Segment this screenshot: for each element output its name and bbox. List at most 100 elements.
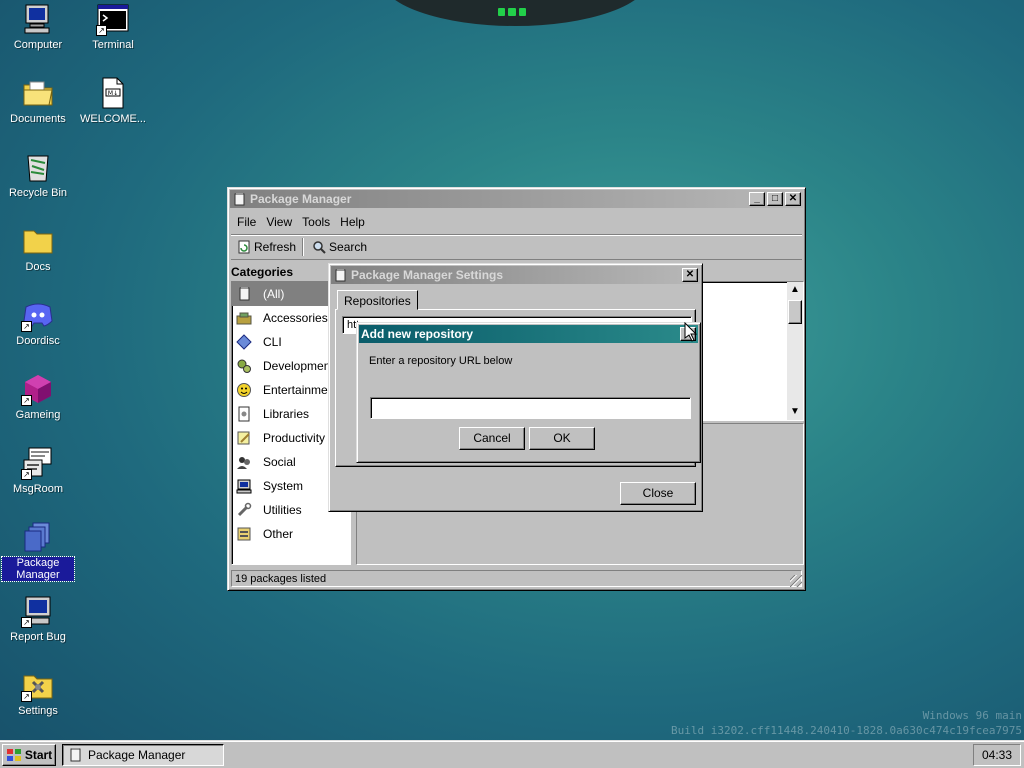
desktop-icon-label: Recycle Bin [8,187,68,199]
ok-button[interactable]: OK [529,427,595,450]
desktop-icon-label: WELCOME... [79,113,146,125]
refresh-label: Refresh [254,240,297,254]
taskbar-item-label: Package Manager [88,748,186,762]
desktop-icon-label: Gameing [15,409,61,421]
recycle-bin-icon [21,150,55,184]
desktop-icon-terminal[interactable]: ↗ Terminal [77,2,149,51]
close-button[interactable]: ✕ [785,192,801,206]
entertainment-icon [237,383,251,397]
category-label: Development [263,359,334,373]
msgroom-icon: ↗ [21,446,55,480]
settings-icon: ↗ [21,668,55,702]
category-label: (All) [263,287,285,301]
desktop-icon-recycle-bin[interactable]: Recycle Bin [2,150,74,199]
category-label: CLI [263,335,282,349]
search-icon [313,241,326,254]
desktop-icon-package-manager[interactable]: Package Manager [1,520,75,582]
refresh-button[interactable]: Refresh [233,237,300,257]
desktop-icon-settings[interactable]: ↗ Settings [2,668,74,717]
url-prompt: Enter a repository URL below [369,355,513,367]
desktop-icon-label: Settings [18,705,58,717]
desktop-icon-label: Report Bug [10,631,66,643]
scroll-down-arrow-icon[interactable]: ▼ [787,404,803,420]
desktop-icon-label: Terminal [92,39,134,51]
desktop-icon-doordisc[interactable]: ↗ Doordisc [2,298,74,347]
package-icon [70,748,81,762]
package-list-scrollbar[interactable]: ▲ ▼ [787,282,803,420]
watermark-line: Build i3202.cff11448.240410-1828.0a630c4… [671,724,1022,737]
category-label: Accessories [263,311,328,325]
build-watermark: Windows 96 main Build i3202.cff11448.240… [671,708,1022,738]
toolbar: Refresh Search [231,234,802,260]
close-button[interactable]: ✕ [682,268,698,282]
menu-file[interactable]: File [232,212,261,232]
toolbar-separator [302,238,305,256]
category-label: Libraries [263,407,310,421]
watermark-line: Windows 96 main [922,709,1022,722]
package-icon [335,269,346,282]
category-label: Entertainment [263,383,338,397]
search-button[interactable]: Search [308,237,371,257]
system-icon [236,479,252,494]
productivity-icon [237,431,250,445]
menu-help[interactable]: Help [335,212,370,232]
category-label: System [263,479,304,493]
desktop-icon-label: Doordisc [16,335,60,347]
category-label: Social [263,455,296,469]
all-packages-icon [239,287,250,301]
cancel-button[interactable]: Cancel [459,427,525,450]
search-label: Search [329,240,368,254]
start-button[interactable]: Start [2,744,56,766]
add-repo-title-bar[interactable]: Add new repository ✕ [359,325,698,343]
markdown-file-icon: M↓ [96,76,130,110]
other-icon [237,527,251,541]
clock[interactable]: 04:33 [973,744,1021,766]
desktop-icon-welcome[interactable]: M↓ WELCOME... [77,76,149,125]
desktop-icon-computer[interactable]: Computer [2,2,74,51]
desktop-icon-label: Package Manager [1,556,75,582]
desktop-icon-docs[interactable]: Docs [2,224,74,273]
desktop-icon-msgroom[interactable]: ↗ MsgRoom [2,446,74,495]
status-light [498,8,526,16]
documents-folder-icon [21,76,55,110]
scroll-up-arrow-icon[interactable]: ▲ [787,282,803,298]
menu-bar: File View Tools Help [232,212,370,232]
desktop-icon-gameing[interactable]: ↗ Gameing [2,372,74,421]
desktop-icon-label: Documents [10,113,66,125]
doordisc-icon: ↗ [21,298,55,332]
menu-tools[interactable]: Tools [297,212,335,232]
tab-repositories[interactable]: Repositories [337,290,418,310]
cube-icon: ↗ [21,372,55,406]
desktop-icon-label: MsgRoom [12,483,64,495]
add-repository-dialog: Add new repository ✕ Enter a repository … [356,322,701,463]
title-bar[interactable]: Package Manager _ □ ✕ [230,190,803,208]
repository-url-input[interactable] [370,397,691,419]
folder-icon [21,224,55,258]
taskbar-item-package-manager[interactable]: Package Manager [62,744,224,766]
resize-grip[interactable] [790,575,802,587]
maximize-button[interactable]: □ [767,192,783,206]
refresh-icon [238,240,250,254]
start-label: Start [24,748,53,762]
category-label: Utilities [263,503,302,517]
desktop-icon-report-bug[interactable]: ↗ Report Bug [2,594,74,643]
utilities-icon [237,502,252,517]
desktop-icon-label: Computer [13,39,63,51]
category-other[interactable]: Other [232,522,350,546]
status-text: 19 packages listed [235,572,327,585]
desktop-icon-label: Docs [25,261,51,273]
social-icon [237,457,250,469]
menu-view[interactable]: View [261,212,297,232]
computer-icon [21,2,55,36]
category-label: Other [263,527,294,541]
start-logo-icon [6,749,21,761]
settings-title-bar[interactable]: Package Manager Settings ✕ [331,266,700,284]
add-repo-title: Add new repository [361,327,474,341]
scroll-thumb[interactable] [788,300,802,324]
taskbar: Start Package Manager 04:33 [0,740,1024,768]
close-dialog-button[interactable]: Close [620,482,696,505]
desktop-icon-documents[interactable]: Documents [2,76,74,125]
window-title: Package Manager [250,192,352,206]
terminal-icon: ↗ [96,2,130,36]
minimize-button[interactable]: _ [749,192,765,206]
